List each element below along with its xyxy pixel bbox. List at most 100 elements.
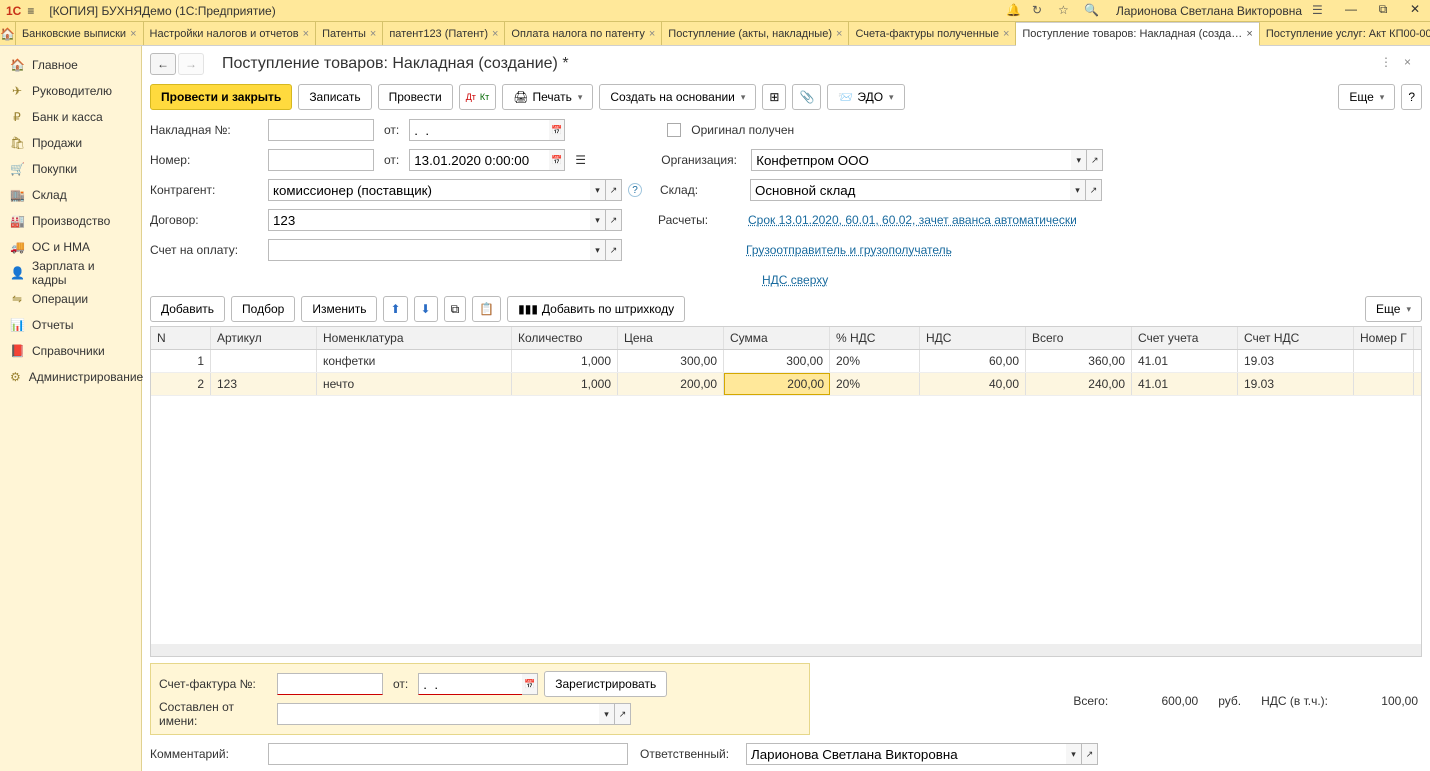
- table-row[interactable]: 2 123 нечто 1,000 200,00 200,00 20% 40,0…: [151, 373, 1421, 396]
- col-vatp[interactable]: % НДС: [830, 327, 920, 349]
- close-icon[interactable]: ×: [130, 28, 136, 40]
- copy-button[interactable]: ⧉: [444, 296, 467, 322]
- window-close-icon[interactable]: ×: [1404, 55, 1422, 73]
- edo-button[interactable]: 📨ЭДО▾: [827, 84, 904, 110]
- tab-bank[interactable]: Банковские выписки×: [16, 22, 144, 45]
- org-input[interactable]: [751, 149, 1071, 171]
- col-n[interactable]: N: [151, 327, 211, 349]
- sidebar-item-fixed-assets[interactable]: 🚚ОС и НМА: [0, 234, 141, 260]
- date-input[interactable]: [409, 149, 549, 171]
- open-icon[interactable]: ↗: [606, 179, 622, 201]
- col-sum[interactable]: Сумма: [724, 327, 830, 349]
- create-based-button[interactable]: Создать на основании▾: [599, 84, 756, 110]
- forward-button[interactable]: →: [178, 53, 204, 75]
- move-down-button[interactable]: ⬇: [414, 296, 438, 322]
- bell-icon[interactable]: 🔔: [1006, 3, 1022, 19]
- tab-patent-tax[interactable]: Оплата налога по патенту×: [505, 22, 662, 45]
- post-button[interactable]: Провести: [378, 84, 453, 110]
- nakl-no-input[interactable]: [268, 119, 374, 141]
- help-button[interactable]: ?: [1401, 84, 1422, 110]
- chevron-down-icon[interactable]: ▾: [590, 179, 606, 201]
- sost-input[interactable]: [277, 703, 599, 725]
- close-button[interactable]: ✕: [1406, 2, 1424, 20]
- open-icon[interactable]: ↗: [606, 239, 622, 261]
- maximize-button[interactable]: ⧉: [1374, 2, 1392, 20]
- history-icon[interactable]: ↻: [1032, 3, 1048, 19]
- sidebar-item-purchases[interactable]: 🛒Покупки: [0, 156, 141, 182]
- change-button[interactable]: Изменить: [301, 296, 377, 322]
- open-icon[interactable]: ↗: [606, 209, 622, 231]
- sklad-input[interactable]: [750, 179, 1070, 201]
- search-icon[interactable]: 🔍: [1084, 3, 1100, 19]
- sidebar-item-operations[interactable]: ⇋Операции: [0, 286, 141, 312]
- schet-input[interactable]: [268, 239, 590, 261]
- open-icon[interactable]: ↗: [1082, 743, 1098, 765]
- table-row[interactable]: 1 конфетки 1,000 300,00 300,00 20% 60,00…: [151, 350, 1421, 373]
- pick-button[interactable]: Подбор: [231, 296, 295, 322]
- close-icon[interactable]: ×: [370, 28, 376, 40]
- dog-input[interactable]: [268, 209, 590, 231]
- user-name[interactable]: Ларионова Светлана Викторовна: [1116, 4, 1302, 18]
- user-menu-icon[interactable]: ☰: [1312, 3, 1328, 19]
- close-icon[interactable]: ×: [303, 28, 309, 40]
- tab-tax-settings[interactable]: Настройки налогов и отчетов×: [144, 22, 317, 45]
- sidebar-item-admin[interactable]: ⚙Администрирование: [0, 364, 141, 390]
- close-icon[interactable]: ×: [1246, 28, 1252, 40]
- write-button[interactable]: Записать: [298, 84, 371, 110]
- list-icon[interactable]: ☰: [575, 153, 593, 167]
- chevron-down-icon[interactable]: ▾: [590, 209, 606, 231]
- sidebar-item-catalogs[interactable]: 📕Справочники: [0, 338, 141, 364]
- print-button[interactable]: 🖨Печать▾: [502, 84, 593, 110]
- open-icon[interactable]: ↗: [1086, 179, 1102, 201]
- menu-icon[interactable]: ≡: [27, 4, 43, 18]
- selected-cell[interactable]: 200,00: [724, 373, 830, 395]
- calendar-icon[interactable]: 📅: [549, 119, 565, 141]
- back-button[interactable]: ←: [150, 53, 176, 75]
- move-up-button[interactable]: ⬆: [383, 296, 407, 322]
- vat-link[interactable]: НДС сверху: [762, 273, 828, 287]
- responsible-input[interactable]: [746, 743, 1066, 765]
- chevron-down-icon[interactable]: ▾: [1070, 179, 1086, 201]
- col-vat[interactable]: НДС: [920, 327, 1026, 349]
- attach-button[interactable]: 📎: [792, 84, 821, 110]
- horizontal-scrollbar[interactable]: [151, 644, 1421, 656]
- paste-button[interactable]: 📋: [472, 296, 501, 322]
- menu-dots-icon[interactable]: ⋮: [1380, 55, 1398, 73]
- sidebar-item-stock[interactable]: 🏬Склад: [0, 182, 141, 208]
- col-art[interactable]: Артикул: [211, 327, 317, 349]
- kontr-input[interactable]: [268, 179, 590, 201]
- sidebar-item-reports[interactable]: 📊Отчеты: [0, 312, 141, 338]
- barcode-button[interactable]: ▮▮▮Добавить по штрихкоду: [507, 296, 685, 322]
- post-close-button[interactable]: Провести и закрыть: [150, 84, 292, 110]
- col-price[interactable]: Цена: [618, 327, 724, 349]
- structure-button[interactable]: ⊞: [762, 84, 786, 110]
- original-checkbox[interactable]: [667, 123, 681, 137]
- col-qty[interactable]: Количество: [512, 327, 618, 349]
- home-button[interactable]: 🏠: [0, 22, 16, 45]
- minimize-button[interactable]: —: [1342, 2, 1360, 20]
- sidebar-item-bank[interactable]: ₽Банк и касса: [0, 104, 141, 130]
- sidebar-item-salary[interactable]: 👤Зарплата и кадры: [0, 260, 141, 286]
- col-gt[interactable]: Номер Г: [1354, 327, 1414, 349]
- help-icon[interactable]: ?: [628, 183, 642, 197]
- close-icon[interactable]: ×: [492, 28, 498, 40]
- nakl-date-input[interactable]: [409, 119, 549, 141]
- register-button[interactable]: Зарегистрировать: [544, 671, 667, 697]
- tab-goods-receipt[interactable]: Поступление товаров: Накладная (создание…: [1016, 22, 1259, 46]
- col-nom[interactable]: Номенклатура: [317, 327, 512, 349]
- close-icon[interactable]: ×: [649, 28, 655, 40]
- col-vacc[interactable]: Счет НДС: [1238, 327, 1354, 349]
- sidebar-item-main[interactable]: 🏠Главное: [0, 52, 141, 78]
- tab-patent123[interactable]: патент123 (Патент)×: [383, 22, 505, 45]
- chevron-down-icon[interactable]: ▾: [590, 239, 606, 261]
- col-tot[interactable]: Всего: [1026, 327, 1132, 349]
- add-button[interactable]: Добавить: [150, 296, 225, 322]
- more-button[interactable]: Еще▾: [1338, 84, 1395, 110]
- close-icon[interactable]: ×: [1003, 28, 1009, 40]
- tab-invoices[interactable]: Счета-фактуры полученные×: [849, 22, 1016, 45]
- chevron-down-icon[interactable]: ▾: [599, 703, 615, 725]
- shipper-link[interactable]: Грузоотправитель и грузополучатель: [746, 243, 952, 257]
- tab-services[interactable]: Поступление услуг: Акт КП00-000028 от 26…: [1260, 22, 1430, 45]
- comment-input[interactable]: [268, 743, 628, 765]
- calendar-icon[interactable]: 📅: [522, 673, 538, 695]
